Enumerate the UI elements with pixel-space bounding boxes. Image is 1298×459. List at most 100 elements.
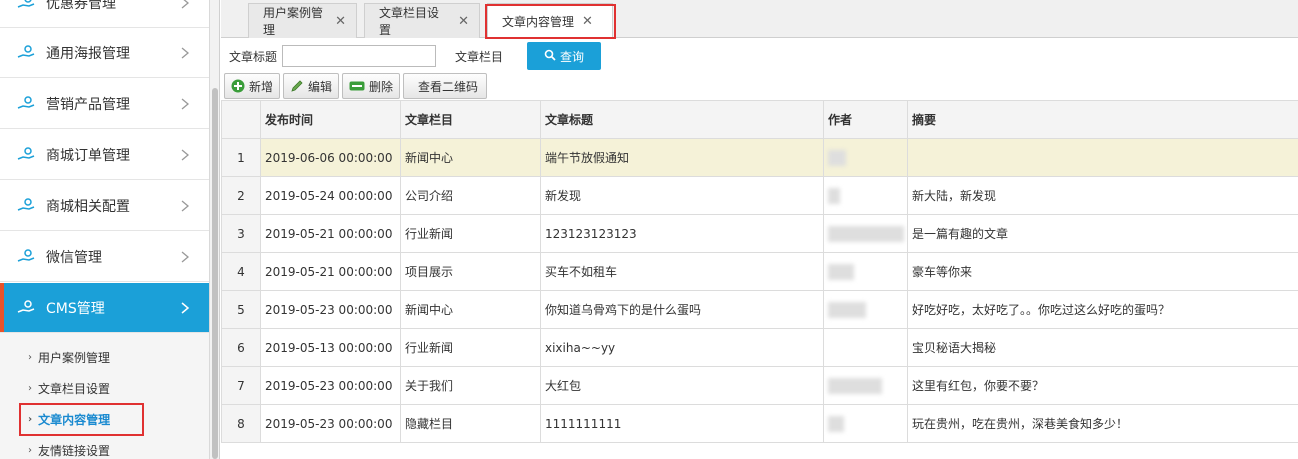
article-column-cell: 隐藏栏目 [400, 404, 541, 443]
chevron-right-icon [178, 97, 192, 111]
column-header[interactable]: 作者 [823, 100, 908, 139]
publish-time-cell: 2019-05-21 00:00:00 [260, 252, 401, 291]
column-header[interactable]: 文章栏目 [400, 100, 541, 139]
author-cell [823, 404, 908, 443]
hand-coins-icon [16, 197, 38, 215]
publish-time-cell: 2019-05-23 00:00:00 [260, 290, 401, 329]
row-number: 7 [221, 366, 261, 405]
summary-cell: 新大陆，新发现 [907, 176, 1298, 215]
search-bar: 文章标题 文章栏目 查询 [221, 40, 1298, 72]
table-row[interactable]: 6 2019-05-13 00:00:00 行业新闻 xixiha~~yy 宝贝… [221, 328, 1298, 367]
summary-cell: 是一篇有趣的文章 [907, 214, 1298, 253]
summary-cell: 豪车等你来 [907, 252, 1298, 291]
close-icon[interactable]: ✕ [458, 14, 469, 29]
annotation-highlight [485, 4, 616, 39]
table-row[interactable]: 4 2019-05-21 00:00:00 项目展示 买车不如租车 豪车等你来 [221, 252, 1298, 291]
submenu-label: 友情链接设置 [38, 443, 111, 458]
menu-label: CMS管理 [46, 300, 105, 317]
row-number: 4 [221, 252, 261, 291]
summary-cell: 这里有红包，你要不要？ [907, 366, 1298, 405]
article-column-cell: 新闻中心 [400, 138, 541, 177]
menu-item-coupons[interactable]: 优惠券管理 [0, 0, 209, 28]
submenu-item-friend-links[interactable]: › 友情链接设置 [28, 440, 110, 459]
table-row[interactable]: 1 2019-06-06 00:00:00 新闻中心 端午节放假通知 [221, 138, 1298, 177]
hand-coins-icon [16, 95, 38, 113]
hand-coins-icon [16, 299, 38, 317]
author-cell [823, 252, 908, 291]
cms-submenu: › 用户案例管理 › 文章栏目设置 › 文章内容管理 › 友情链接设置 [0, 333, 209, 459]
title-search-input[interactable] [282, 45, 437, 67]
chevron-right-icon: › [28, 382, 32, 394]
redacted-author [828, 225, 904, 242]
scrollbar-thumb[interactable] [212, 88, 218, 459]
summary-cell: 好吃好吃，太好吃了。。你吃过这么好吃的蛋吗？ [907, 290, 1298, 329]
menu-label: 营销产品管理 [46, 96, 130, 113]
chevron-right-icon [178, 199, 192, 213]
query-button-label: 查询 [560, 49, 585, 64]
chevron-right-icon [178, 46, 192, 60]
hand-coins-icon [16, 0, 38, 12]
sidebar-scrollbar[interactable] [210, 0, 220, 459]
menu-item-wechat[interactable]: 微信管理 [0, 232, 209, 282]
hand-coins-icon [16, 146, 38, 164]
author-cell [823, 138, 908, 177]
publish-time-cell: 2019-05-23 00:00:00 [260, 404, 401, 443]
query-button[interactable]: 查询 [527, 42, 602, 70]
article-column-cell: 行业新闻 [400, 214, 541, 253]
menu-item-posters[interactable]: 通用海报管理 [0, 28, 209, 78]
redacted-author [828, 377, 882, 394]
table-row[interactable]: 5 2019-05-23 00:00:00 新闻中心 你知道乌骨鸡下的是什么蛋吗… [221, 290, 1298, 329]
chevron-right-icon [178, 148, 192, 162]
menu-item-shop-orders[interactable]: 商城订单管理 [0, 130, 209, 180]
table-row[interactable]: 8 2019-05-23 00:00:00 隐藏栏目 1111111111 玩在… [221, 404, 1298, 443]
redacted-author [828, 301, 866, 318]
table-row[interactable]: 7 2019-05-23 00:00:00 关于我们 大红包 这里有红包，你要不… [221, 366, 1298, 405]
article-title-cell: xixiha~~yy [540, 328, 824, 367]
submenu-item-article-columns[interactable]: › 文章栏目设置 [28, 378, 110, 398]
edit-button[interactable]: 编辑 [283, 73, 340, 99]
table-row[interactable]: 2 2019-05-24 00:00:00 公司介绍 新发现 新大陆，新发现 [221, 176, 1298, 215]
column-header[interactable]: 文章标题 [540, 100, 824, 139]
table-row[interactable]: 3 2019-05-21 00:00:00 行业新闻 123123123123 … [221, 214, 1298, 253]
view-qrcode-button[interactable]: 查看二维码 [403, 73, 488, 99]
article-title-cell: 123123123123 [540, 214, 824, 253]
column-header[interactable]: 发布时间 [260, 100, 401, 139]
author-cell [823, 214, 908, 253]
menu-item-cms[interactable]: CMS管理 [0, 283, 209, 333]
menu-item-shop-config[interactable]: 商城相关配置 [0, 181, 209, 231]
menu-label: 通用海报管理 [46, 45, 130, 62]
annotation-highlight [19, 403, 144, 436]
article-column-cell: 公司介绍 [400, 176, 541, 215]
pencil-icon [290, 79, 304, 93]
submenu-label: 文章栏目设置 [38, 381, 111, 396]
close-icon[interactable]: ✕ [335, 14, 346, 29]
row-number: 5 [221, 290, 261, 329]
submenu-item-user-cases[interactable]: › 用户案例管理 [28, 347, 110, 367]
author-cell [823, 290, 908, 329]
tab-user-cases[interactable]: 用户案例管理 ✕ [248, 3, 357, 38]
redacted-author [828, 149, 846, 166]
delete-button[interactable]: 删除 [342, 73, 401, 99]
toolbar: 新增 编辑 删除 查看二维码 [224, 73, 488, 99]
column-label: 文章栏目 [455, 49, 504, 64]
article-title-cell: 端午节放假通知 [540, 138, 824, 177]
redacted-author [828, 263, 854, 280]
row-number: 3 [221, 214, 261, 253]
redacted-author [828, 187, 840, 204]
author-cell [823, 328, 908, 367]
summary-cell [907, 138, 1298, 177]
tab-article-columns[interactable]: 文章栏目设置 ✕ [364, 3, 480, 38]
menu-item-marketing-products[interactable]: 营销产品管理 [0, 79, 209, 129]
add-button[interactable]: 新增 [224, 73, 281, 99]
column-header[interactable]: 摘要 [907, 100, 1298, 139]
edit-button-label: 编辑 [308, 79, 333, 94]
author-cell [823, 366, 908, 405]
row-number: 2 [221, 176, 261, 215]
summary-cell: 宝贝秘语大揭秘 [907, 328, 1298, 367]
search-icon [544, 49, 556, 64]
article-column-cell: 新闻中心 [400, 290, 541, 329]
tab-bar: 用户案例管理 ✕ 文章栏目设置 ✕ 文章内容管理 ✕ [221, 0, 1298, 39]
redacted-author [828, 415, 844, 432]
summary-cell: 玩在贵州，吃在贵州，深巷美食知多少！ [907, 404, 1298, 443]
view-qrcode-label: 查看二维码 [418, 79, 479, 94]
